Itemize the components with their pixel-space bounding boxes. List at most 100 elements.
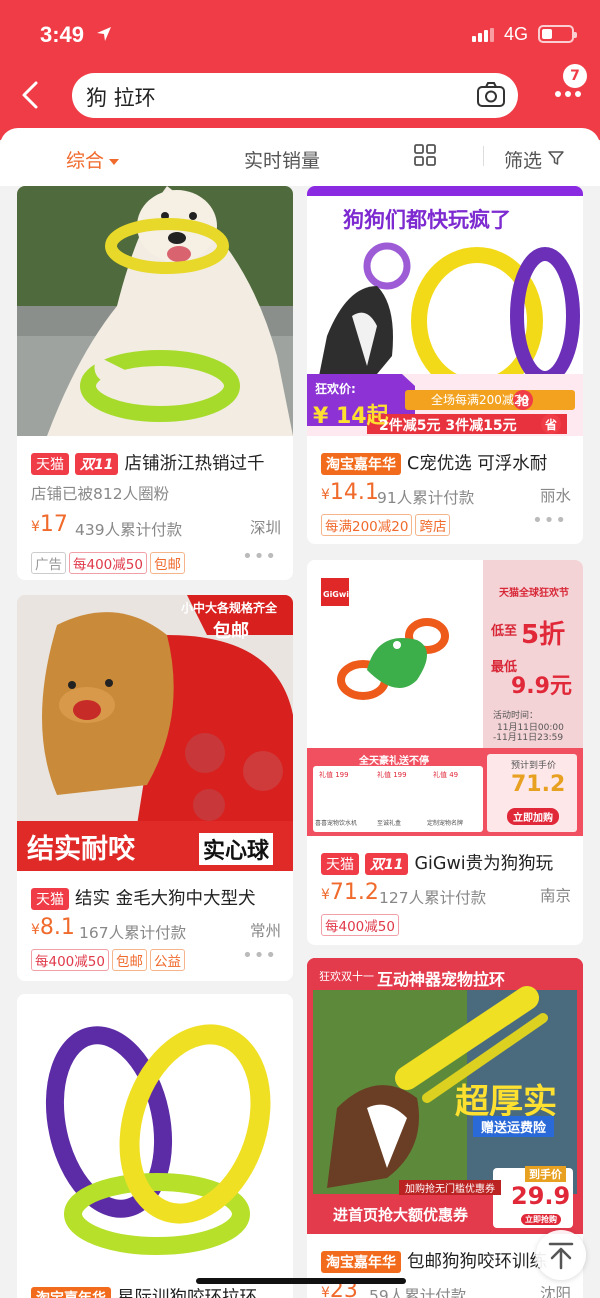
- discount-value: 5折: [521, 620, 566, 650]
- tmall-tag: 天猫: [31, 453, 69, 475]
- home-coupon-banner: 进首页抢大额优惠券: [333, 1206, 469, 1224]
- filter-funnel-icon[interactable]: [548, 150, 564, 166]
- more-options-icon[interactable]: •••: [242, 546, 277, 567]
- price-value: 71.2: [329, 880, 379, 905]
- expect-price: 71.2: [511, 772, 566, 797]
- grid-view-icon[interactable]: [414, 144, 436, 166]
- product-info: 天猫 双11 店铺浙江热销过千 店铺已被812人圈粉 ¥17 439人累计付款 深圳…: [17, 436, 293, 580]
- gift-value: 礼值 199: [319, 771, 349, 779]
- status-bar: 3:49 4G: [0, 0, 600, 70]
- price: ¥8.1: [31, 915, 75, 940]
- more-options-icon[interactable]: •••: [532, 510, 567, 531]
- top-banner: 狂欢双十一: [319, 970, 374, 983]
- tmall-tag: 天猫: [321, 853, 359, 875]
- product-image: GiGwi 天猫全球狂欢节 低至 5折 最低 9.9元 活动时间： 11月11日…: [307, 560, 583, 836]
- city: 沈阳: [539, 1285, 571, 1298]
- gift-name: 定制宠物名牌: [427, 820, 464, 827]
- fest-title: 天猫全球狂欢节: [499, 588, 569, 599]
- battery-icon: [538, 25, 577, 43]
- back-to-top-button[interactable]: [536, 1230, 586, 1280]
- size-banner: 小中大各规格齐全: [181, 601, 278, 615]
- price-value: 14.1: [329, 480, 379, 505]
- search-input[interactable]: 狗 拉环: [72, 73, 518, 118]
- price: ¥14.1: [321, 480, 379, 505]
- taobao-carnival-tag: 淘宝嘉年华: [321, 453, 401, 475]
- save-icon: 省: [545, 418, 558, 432]
- expect-label: 预计到手价: [511, 761, 557, 771]
- currency: ¥: [321, 487, 330, 503]
- tab-filter[interactable]: 筛选: [504, 146, 542, 173]
- promo-text: 全场每满200减20: [431, 393, 530, 407]
- paid-count: 439人累计付款: [75, 521, 183, 539]
- promo-chips: 每400减50: [321, 914, 402, 936]
- currency: ¥: [321, 887, 330, 903]
- gift-banner: 全天豪礼送不停: [359, 756, 429, 767]
- product-image: 狂欢双十一 互动神器宠物拉环 超厚实 赠送运费险 到手价 29.9 加购抢无门槛…: [307, 958, 583, 1234]
- product-image: [17, 186, 293, 436]
- coupon-banner: 加购抢无门槛优惠券: [399, 1180, 501, 1195]
- product-image: 小中大各规格齐全 包邮 结实耐咬 实心球: [17, 595, 293, 871]
- home-indicator: [196, 1278, 406, 1284]
- product-card[interactable]: 天猫 双11 店铺浙江热销过千 店铺已被812人圈粉 ¥17 439人累计付款 深圳…: [17, 186, 293, 580]
- city: 常州: [249, 922, 281, 940]
- currency: ¥: [31, 519, 40, 535]
- shipping-chip: 包邮: [149, 552, 185, 574]
- brand-logo: GiGwi: [323, 590, 350, 599]
- promo-chips: 每满200减20 跨店: [321, 514, 453, 536]
- charity-chip: 公益: [149, 949, 185, 971]
- image-banner-text: 狗狗们都快玩疯了: [343, 208, 511, 232]
- product-image: [17, 994, 293, 1270]
- tmall-tag: 天猫: [31, 888, 69, 910]
- message-count-badge: 7: [563, 64, 587, 88]
- city: 南京: [539, 887, 571, 905]
- paid-count: 91人累计付款: [377, 489, 475, 507]
- gift-name: 至诚礼盒: [377, 820, 402, 827]
- product-info: 淘宝嘉年华 C宠优选 可浮水耐 ¥14.1 91人累计付款 丽水 每满200减20…: [307, 436, 583, 544]
- divider: [483, 146, 484, 166]
- product-info: 淘宝嘉年华星际训狗咬环拉环: [17, 1270, 293, 1298]
- double11-tag: 双11: [365, 853, 409, 875]
- discount-text: 2件减5元 3件减15元: [379, 418, 517, 434]
- gift-value: 礼值 49: [433, 771, 459, 779]
- more-options-icon[interactable]: •••: [242, 945, 277, 966]
- price: ¥71.2: [321, 880, 379, 905]
- ad-chip: 广告: [31, 552, 66, 574]
- buy-button: 立即加购: [507, 808, 559, 825]
- caret-down-icon: [109, 158, 120, 165]
- clock: 3:49: [40, 22, 85, 47]
- currency: ¥: [321, 1285, 330, 1298]
- promo-chips: 每400减50 包邮 公益: [31, 949, 188, 971]
- sale-label: 狂欢价:: [315, 382, 356, 396]
- shop-fans: 店铺已被812人圈粉: [31, 485, 170, 503]
- currency: ¥: [31, 922, 40, 938]
- product-card[interactable]: GiGwi 天猫全球狂欢节 低至 5折 最低 9.9元 活动时间： 11月11日…: [307, 560, 583, 945]
- product-card[interactable]: 小中大各规格齐全 包邮 结实耐咬 实心球 天猫 结实 金毛大狗中大型犬 ¥8.1 …: [17, 595, 293, 981]
- min-price: 9.9元: [511, 674, 572, 699]
- tab-label: 综合: [66, 150, 105, 172]
- product-card[interactable]: 淘宝嘉年华星际训狗咬环拉环: [17, 994, 293, 1298]
- product-title: 淘宝嘉年华星际训狗咬环拉环: [31, 1284, 289, 1298]
- promo-chip: 每400减50: [321, 914, 399, 936]
- price-value: 8.1: [39, 915, 75, 940]
- image-banner-text: 互动神器宠物拉环: [377, 970, 506, 989]
- price: ¥17: [31, 512, 68, 537]
- search-query: 狗 拉环: [86, 86, 156, 110]
- promo-chip: 每满200减20: [321, 514, 413, 536]
- shipping-chip: 包邮: [111, 949, 147, 971]
- grab-icon: 抢: [517, 394, 530, 408]
- paid-count: 167人累计付款: [79, 924, 187, 942]
- taobao-carnival-tag: 淘宝嘉年华: [31, 1287, 111, 1298]
- title-text: C宠优选 可浮水耐: [407, 454, 548, 474]
- product-title: 天猫 双11 GiGwi贵为狗狗玩: [321, 850, 579, 875]
- tab-realtime-sales[interactable]: 实时销量: [244, 146, 320, 173]
- tab-comprehensive[interactable]: 综合: [66, 146, 120, 173]
- title-text: 星际训狗咬环拉环: [117, 1288, 257, 1298]
- back-icon[interactable]: [14, 78, 48, 112]
- promo-chips: 广告 每400减50 包邮: [31, 552, 188, 574]
- promo-chip: 每400减50: [69, 552, 147, 574]
- product-card[interactable]: 狗狗们都快玩疯了 狂欢价: ¥ 14起 全场每满200减20 抢 2件减5元 3…: [307, 186, 583, 544]
- city: 丽水: [539, 487, 571, 505]
- paid-count: 127人累计付款: [379, 889, 487, 907]
- camera-icon[interactable]: [476, 81, 506, 109]
- city: 深圳: [249, 519, 281, 537]
